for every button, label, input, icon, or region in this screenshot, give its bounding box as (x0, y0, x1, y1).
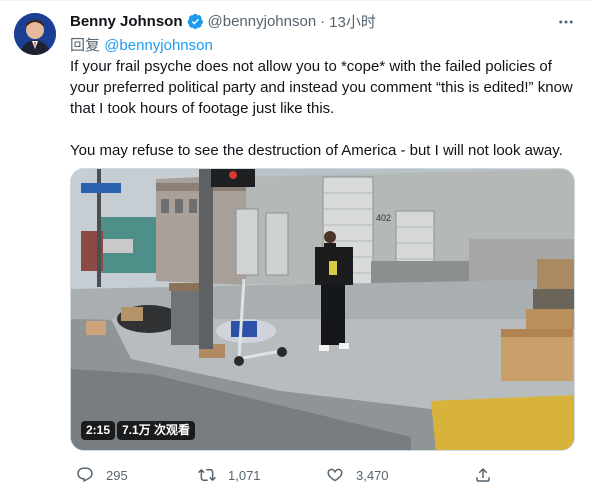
like-count: 3,470 (356, 467, 389, 483)
tweet[interactable]: Benny Johnson @bennyjohnson · 13小时 回复 @b… (0, 0, 591, 493)
tweet-text-paragraph: You may refuse to see the destruction of… (70, 142, 563, 159)
tweet-header: Benny Johnson @bennyjohnson · 13小时 (70, 11, 551, 31)
video-thumbnail: 402 (71, 169, 574, 450)
video-duration-badge: 2:15 (81, 421, 116, 440)
video-player[interactable]: 402 2:15 7.1万 次观看 (70, 168, 575, 451)
reply-icon (77, 467, 93, 483)
retweet-count: 1,071 (228, 467, 261, 483)
reply-handle-link[interactable]: @bennyjohnson (104, 37, 213, 54)
avatar[interactable] (14, 13, 56, 55)
reply-prefix: 回复 (70, 37, 101, 54)
reply-count: 295 (106, 467, 128, 483)
author-name[interactable]: Benny Johnson (70, 13, 183, 30)
retweet-icon (198, 468, 216, 482)
building-number: 402 (376, 213, 391, 223)
tweet-text-paragraph: If your frail psyche does not allow you … (70, 58, 573, 117)
tweet-actions: 295 1,071 3,470 (70, 463, 575, 487)
separator-dot: · (320, 12, 326, 30)
like-button[interactable]: 3,470 (326, 463, 389, 487)
retweet-button[interactable]: 1,071 (198, 463, 261, 487)
share-button[interactable] (474, 463, 504, 487)
share-icon (476, 467, 490, 482)
video-views-badge: 7.1万 次观看 (117, 421, 196, 440)
reply-context: 回复 @bennyjohnson (70, 34, 213, 55)
reply-button[interactable]: 295 (76, 463, 128, 487)
tweet-timestamp[interactable]: 13小时 (329, 11, 376, 32)
tweet-text: If your frail psyche does not allow you … (70, 56, 575, 161)
heart-icon (327, 468, 343, 482)
more-options-icon[interactable] (557, 13, 575, 31)
author-handle[interactable]: @bennyjohnson (208, 13, 317, 30)
verified-badge-icon (187, 13, 203, 29)
avatar-image (14, 13, 56, 55)
